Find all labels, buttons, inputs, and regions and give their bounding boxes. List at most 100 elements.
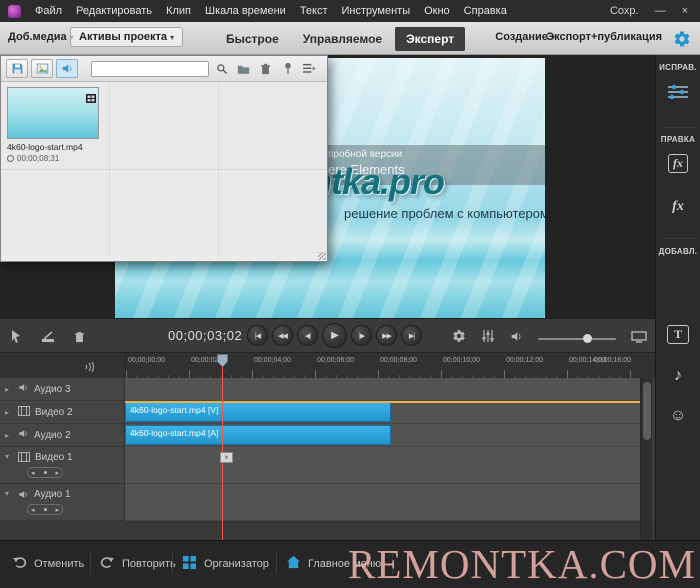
timeline-vertical-scrollbar[interactable]: [640, 378, 652, 540]
current-timecode[interactable]: 00;00;03;02: [168, 328, 242, 343]
keyframe-prev-icon[interactable]: ◂: [31, 506, 35, 514]
selection-tool-icon[interactable]: [10, 329, 22, 348]
settings-gear-icon[interactable]: [671, 28, 693, 50]
go-to-end-button[interactable]: ▶|: [401, 325, 422, 346]
close-button[interactable]: ×: [682, 5, 688, 17]
track-header-video2[interactable]: ▸ Видео 2: [0, 401, 125, 424]
step-forward-button[interactable]: |▶: [351, 325, 372, 346]
undo-button[interactable]: Отменить: [12, 541, 84, 586]
tab-expert[interactable]: Эксперт: [395, 26, 466, 51]
audio-waveform-icon[interactable]: [84, 360, 98, 378]
timeline-ruler-row: 00;00;00;00 00;00;02;00 00;00;04;00 00;0…: [0, 352, 655, 378]
titlebar: Файл Редактировать Клип Шкала времени Те…: [0, 0, 700, 22]
audio-clip[interactable]: 4k60-logo-start.mp4 [A]: [125, 425, 391, 445]
ruler-label: 00;00;00;00: [128, 357, 165, 364]
titles-icon[interactable]: T: [656, 325, 700, 344]
keyframe-navigator[interactable]: ◂ ▸: [27, 467, 63, 478]
menu-timeline[interactable]: Шкала времени: [198, 0, 293, 22]
tab-quick[interactable]: Быстрое: [215, 27, 290, 51]
track-row-video2: ▸ Видео 2 4k60-logo-start.mp4 [V]: [0, 401, 655, 424]
expand-right-icon[interactable]: ▸: [5, 385, 13, 394]
keyframe-prev-icon[interactable]: ◂: [31, 469, 35, 477]
new-folder-icon[interactable]: [234, 59, 253, 78]
menu-help[interactable]: Справка: [457, 0, 514, 22]
pin-icon[interactable]: [278, 59, 297, 78]
menu-text[interactable]: Текст: [293, 0, 335, 22]
music-icon[interactable]: ♪: [656, 367, 700, 385]
menu-clip[interactable]: Клип: [159, 0, 198, 22]
razor-cursor-indicator: ×: [220, 452, 233, 463]
menu-window[interactable]: Окно: [417, 0, 457, 22]
keyframe-navigator[interactable]: ◂ ▸: [27, 504, 63, 515]
sidebar-divider: [662, 127, 694, 128]
add-media-button[interactable]: Доб.медиа ▾: [8, 31, 74, 43]
search-input[interactable]: [91, 60, 209, 77]
volume-speaker-icon[interactable]: [510, 330, 523, 348]
adjust-sliders-icon[interactable]: [656, 83, 700, 106]
trash-icon[interactable]: [74, 330, 85, 348]
applied-fx-icon[interactable]: fx: [656, 197, 700, 215]
track-lane-video1[interactable]: [125, 447, 640, 484]
go-to-start-button[interactable]: |◀: [247, 325, 268, 346]
menu-tools[interactable]: Инструменты: [335, 0, 418, 22]
track-name: Аудио 1: [34, 489, 71, 500]
track-header-video1[interactable]: ▾ Видео 1 ◂ ▸: [0, 447, 125, 484]
video-clip[interactable]: 4k60-logo-start.mp4 [V]: [125, 402, 391, 422]
playback-gear-icon[interactable]: [452, 329, 466, 348]
fast-forward-button[interactable]: ▶▶: [376, 325, 397, 346]
keyframe-dot-icon[interactable]: [43, 508, 47, 511]
expand-right-icon[interactable]: ▸: [5, 408, 13, 417]
list-view-icon[interactable]: [300, 59, 319, 78]
audio-mixer-icon[interactable]: [481, 329, 495, 348]
redo-button[interactable]: Повторить: [100, 541, 176, 586]
music-note-glyph: ♪: [674, 367, 682, 384]
audio-view-button[interactable]: [56, 59, 78, 78]
search-icon[interactable]: [212, 59, 231, 78]
track-lane-audio2[interactable]: 4k60-logo-start.mp4 [A]: [125, 424, 640, 447]
media-duration-value: 00;00;08;31: [17, 154, 60, 163]
track-lane-video2[interactable]: 4k60-logo-start.mp4 [V]: [125, 401, 640, 424]
step-back-button[interactable]: ◀|: [297, 325, 318, 346]
volume-slider[interactable]: [538, 333, 616, 343]
effects-icon[interactable]: fx: [656, 154, 700, 173]
keyframe-next-icon[interactable]: ▸: [55, 506, 59, 514]
expand-down-icon[interactable]: ▾: [5, 452, 13, 461]
video-track-icon: [18, 452, 30, 465]
fx-glyph: fx: [668, 154, 688, 173]
volume-slider-knob[interactable]: [583, 333, 593, 343]
menu-file[interactable]: Файл: [28, 0, 69, 22]
project-assets-panel: 4k60-logo-start.mp4 00;00;08;31: [0, 55, 328, 262]
export-publish-button[interactable]: Экспорт+публикация: [546, 31, 662, 43]
track-row-audio2: ▸ Аудио 2 4k60-logo-start.mp4 [A]: [0, 424, 655, 447]
tab-guided[interactable]: Управляемое: [292, 27, 393, 51]
keyframe-next-icon[interactable]: ▸: [55, 469, 59, 477]
media-item[interactable]: 4k60-logo-start.mp4 00;00;08;31: [7, 87, 105, 163]
delete-icon[interactable]: [256, 59, 275, 78]
save-view-button[interactable]: [6, 59, 28, 78]
playback-bar: 00;00;03;02 |◀ ◀◀ ◀| ▶ |▶ ▶▶ ▶|: [0, 318, 655, 352]
scrollbar-thumb[interactable]: [643, 382, 651, 440]
keyframe-dot-icon[interactable]: [43, 471, 47, 474]
mode-toolbar: Доб.медиа ▾ Активы проекта ▾ Быстрое Упр…: [0, 22, 700, 55]
work-area-bar[interactable]: [125, 401, 640, 403]
fullscreen-monitor-icon[interactable]: [631, 330, 647, 348]
save-status-label[interactable]: Сохр.: [610, 5, 639, 17]
organizer-button[interactable]: Организатор: [182, 541, 269, 586]
track-lane-audio1[interactable]: [125, 484, 640, 521]
expand-right-icon[interactable]: ▸: [5, 431, 13, 440]
graphics-smiley-icon[interactable]: ☺: [656, 407, 700, 425]
media-thumbnail[interactable]: [7, 87, 99, 139]
rewind-button[interactable]: ◀◀: [272, 325, 293, 346]
track-header-audio2[interactable]: ▸ Аудио 2: [0, 424, 125, 447]
play-button[interactable]: ▶: [322, 323, 347, 348]
menu-edit[interactable]: Редактировать: [69, 0, 159, 22]
panel-resize-handle[interactable]: [318, 252, 326, 260]
expand-down-icon[interactable]: ▾: [5, 489, 13, 498]
minimize-button[interactable]: —: [655, 5, 666, 17]
track-lane-audio3[interactable]: [125, 378, 640, 401]
track-header-audio3[interactable]: ▸ Аудио 3: [0, 378, 125, 401]
track-header-audio1[interactable]: ▾ Аудио 1 ◂ ▸: [0, 484, 125, 521]
project-assets-button[interactable]: Активы проекта ▾: [70, 27, 184, 47]
image-view-button[interactable]: [31, 59, 53, 78]
razor-tool-icon[interactable]: [41, 330, 55, 348]
